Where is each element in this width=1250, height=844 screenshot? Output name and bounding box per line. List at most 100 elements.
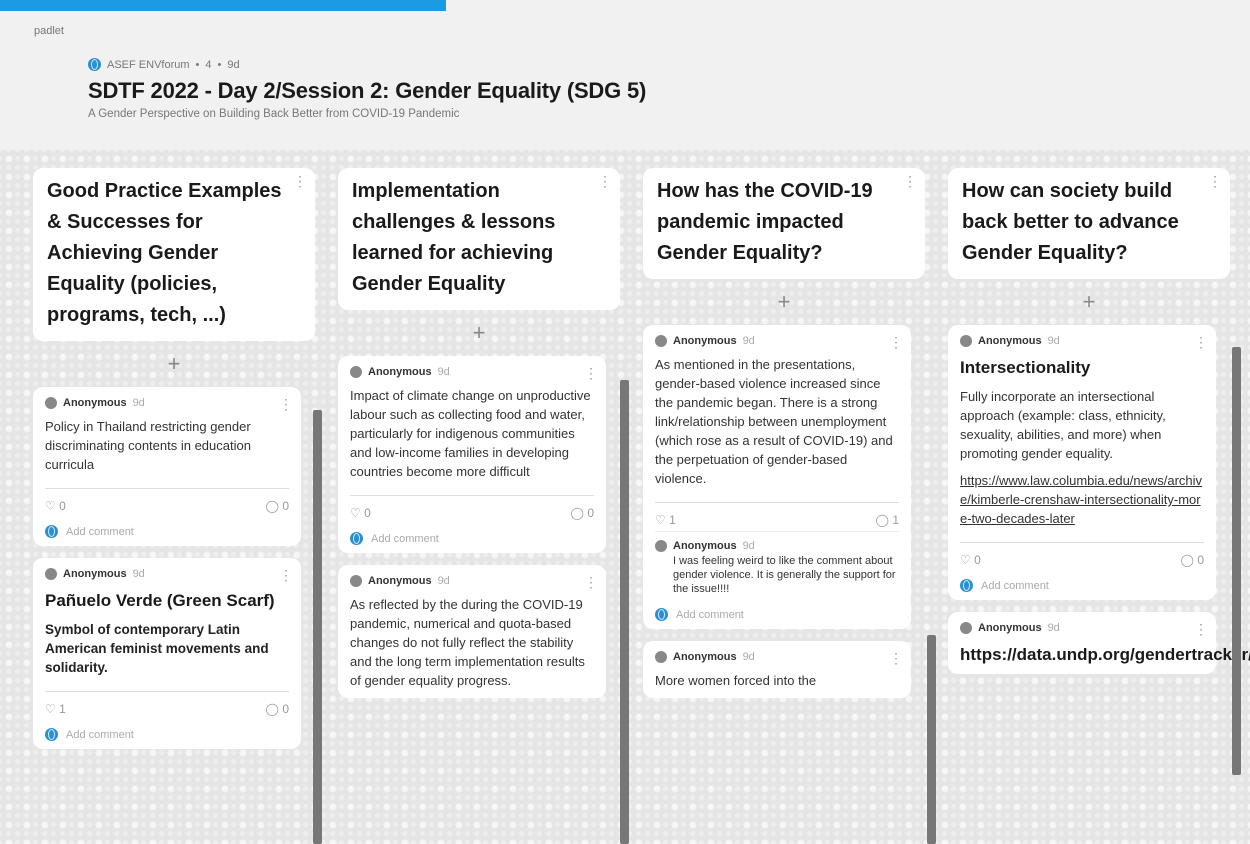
- add-post-button[interactable]: +: [643, 285, 925, 319]
- post-menu-icon[interactable]: ⋮: [279, 397, 293, 411]
- like-count: 1: [59, 702, 66, 716]
- author-name: Anonymous: [63, 397, 127, 409]
- post-actions: ♡ 0 ◯ 0: [350, 495, 594, 520]
- comment-button[interactable]: ◯ 0: [266, 702, 289, 716]
- post-author: Anonymous 9d: [350, 575, 594, 587]
- post-menu-icon[interactable]: ⋮: [584, 366, 598, 380]
- post-card[interactable]: Anonymous 9d ⋮ More women forced into the: [643, 641, 911, 698]
- post-menu-icon[interactable]: ⋮: [889, 335, 903, 349]
- board-owner[interactable]: ASEF ENVforum: [107, 59, 190, 71]
- add-comment-row[interactable]: Add comment: [655, 608, 899, 621]
- comment-count: 0: [282, 702, 289, 716]
- column-title: How can society build back better to adv…: [962, 180, 1179, 264]
- post-menu-icon[interactable]: ⋮: [584, 575, 598, 589]
- page-title: SDTF 2022 - Day 2/Session 2: Gender Equa…: [88, 78, 647, 103]
- add-post-button[interactable]: +: [948, 285, 1230, 319]
- post-card[interactable]: Anonymous 9d ⋮ Policy in Thailand restric…: [33, 387, 301, 546]
- author-name: Anonymous: [673, 335, 737, 347]
- post-menu-icon[interactable]: ⋮: [1194, 335, 1208, 349]
- post-time: 9d: [742, 335, 755, 347]
- padlet-logo[interactable]: padlet: [34, 25, 64, 37]
- separator-dot: •: [195, 58, 200, 71]
- column-covid-impact: How has the COVID-19 pandemic impacted G…: [643, 168, 925, 710]
- column-menu-icon[interactable]: ⋮: [598, 174, 612, 188]
- post-author: Anonymous 9d: [655, 651, 899, 663]
- globe-icon: [960, 579, 973, 592]
- post-actions: ♡ 1 ◯ 0: [45, 691, 289, 716]
- post-author: Anonymous 9d: [960, 335, 1204, 347]
- comment-body: I was feeling weird to like the comment …: [673, 555, 896, 595]
- author-name: Anonymous: [368, 366, 432, 378]
- post-card[interactable]: Anonymous 9d ⋮ https://data.undp.org/gend…: [948, 612, 1250, 674]
- author-name: Anonymous: [978, 335, 1042, 347]
- post-time: 9d: [132, 397, 145, 409]
- column-scrollbar[interactable]: [1232, 347, 1241, 775]
- author-name: Anonymous: [63, 568, 127, 580]
- comment-button[interactable]: ◯ 1: [876, 513, 899, 527]
- author-name: Anonymous: [673, 651, 737, 663]
- post-actions: ♡ 0 ◯ 0: [960, 542, 1204, 567]
- like-button[interactable]: ♡ 1: [655, 513, 676, 527]
- comment-button[interactable]: ◯ 0: [571, 506, 594, 520]
- post-card[interactable]: Anonymous 9d ⋮ As mentioned in the presen…: [643, 325, 911, 629]
- post-author: Anonymous 9d: [45, 397, 289, 409]
- like-count: 0: [974, 553, 981, 567]
- comment-item: Anonymous 9d I was feeling weird to like …: [655, 531, 899, 596]
- column-header: Good Practice Examples & Successes for A…: [33, 168, 315, 341]
- like-count: 1: [669, 513, 676, 527]
- post-card[interactable]: Anonymous 9d ⋮ Intersectionality Fully in…: [948, 325, 1216, 600]
- avatar-icon: [45, 568, 57, 580]
- post-menu-icon[interactable]: ⋮: [1194, 622, 1208, 636]
- like-button[interactable]: ♡ 0: [350, 506, 371, 520]
- like-button[interactable]: ♡ 0: [45, 499, 66, 513]
- post-time: 9d: [1047, 622, 1060, 634]
- page-subtitle: A Gender Perspective on Building Back Be…: [88, 108, 460, 120]
- comment-count: 0: [587, 506, 594, 520]
- add-post-button[interactable]: +: [33, 347, 315, 381]
- like-count: 0: [364, 506, 371, 520]
- post-link[interactable]: https://www.law.columbia.edu/news/archiv…: [960, 471, 1204, 528]
- column-scrollbar[interactable]: [620, 380, 629, 844]
- column-good-practice: Good Practice Examples & Successes for A…: [33, 168, 315, 761]
- comment-count: 0: [1197, 553, 1204, 567]
- column-menu-icon[interactable]: ⋮: [903, 174, 917, 188]
- post-menu-icon[interactable]: ⋮: [279, 568, 293, 582]
- column-header: How has the COVID-19 pandemic impacted G…: [643, 168, 925, 279]
- comment-author: Anonymous 9d: [655, 540, 899, 552]
- column-menu-icon[interactable]: ⋮: [293, 174, 307, 188]
- add-comment-row[interactable]: Add comment: [45, 525, 289, 538]
- comment-time: 9d: [742, 540, 755, 552]
- post-body: Policy in Thailand restricting gender di…: [45, 419, 251, 472]
- add-post-button[interactable]: +: [338, 316, 620, 350]
- post-title: Intersectionality: [960, 358, 1091, 377]
- add-comment-label: Add comment: [676, 608, 744, 621]
- post-title-link[interactable]: https://data.undp.org/gendertracker/: [960, 644, 1250, 666]
- column-scrollbar[interactable]: [927, 635, 936, 844]
- avatar-icon: [45, 397, 57, 409]
- post-card[interactable]: Anonymous 9d ⋮ Pañuelo Verde (Green Scarf…: [33, 558, 301, 749]
- post-time: 9d: [132, 568, 145, 580]
- globe-icon: [45, 728, 58, 741]
- post-time: 9d: [1047, 335, 1060, 347]
- column-implementation-challenges: Implementation challenges & lessons lear…: [338, 168, 620, 710]
- like-button[interactable]: ♡ 0: [960, 553, 981, 567]
- add-comment-row[interactable]: Add comment: [45, 728, 289, 741]
- column-menu-icon[interactable]: ⋮: [1208, 174, 1222, 188]
- post-actions: ♡ 1 ◯ 1: [655, 502, 899, 527]
- column-header: How can society build back better to adv…: [948, 168, 1230, 279]
- add-comment-row[interactable]: Add comment: [350, 532, 594, 545]
- post-card[interactable]: Anonymous 9d ⋮ Impact of climate change o…: [338, 356, 606, 553]
- add-comment-label: Add comment: [981, 579, 1049, 592]
- add-comment-row[interactable]: Add comment: [960, 579, 1204, 592]
- comment-count: 1: [892, 513, 899, 527]
- post-actions: ♡ 0 ◯ 0: [45, 488, 289, 513]
- column-scrollbar[interactable]: [313, 410, 322, 844]
- comment-button[interactable]: ◯ 0: [1181, 553, 1204, 567]
- globe-icon: [655, 608, 668, 621]
- like-button[interactable]: ♡ 1: [45, 702, 66, 716]
- comment-button[interactable]: ◯ 0: [266, 499, 289, 513]
- post-menu-icon[interactable]: ⋮: [889, 651, 903, 665]
- post-card[interactable]: Anonymous 9d ⋮ As reflected by the during…: [338, 565, 606, 698]
- avatar-icon: [655, 651, 667, 663]
- globe-icon: [45, 525, 58, 538]
